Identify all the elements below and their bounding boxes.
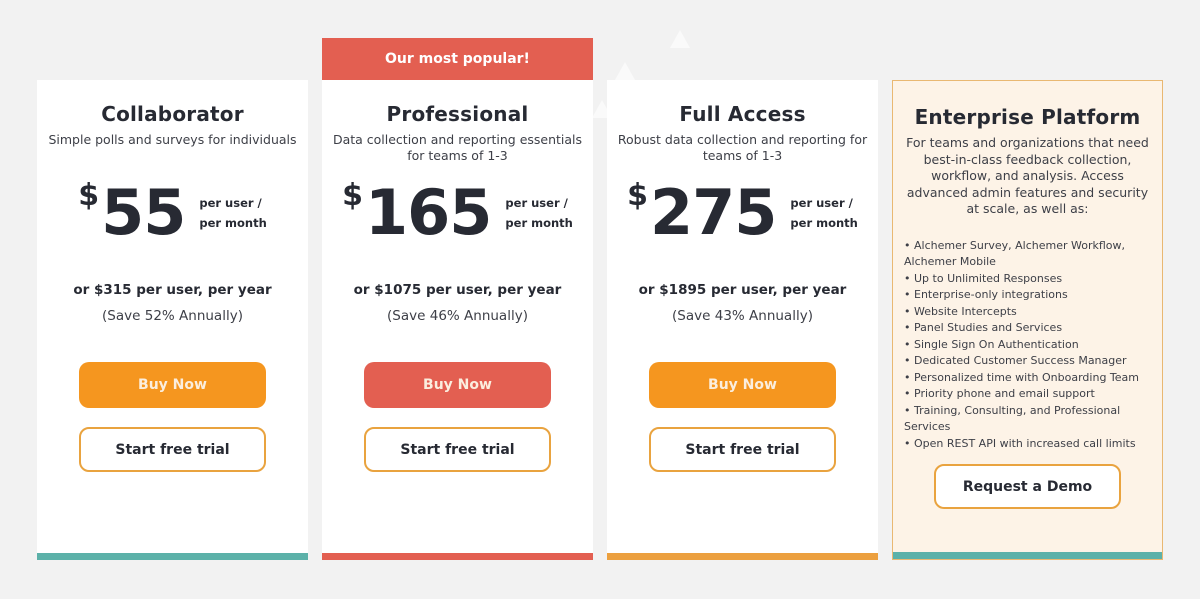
price: $ 275 per user / per month [607, 178, 878, 248]
most-popular-badge: Our most popular! [322, 38, 593, 80]
currency-symbol: $ [78, 178, 100, 213]
feature-item: Priority phone and email support [904, 386, 1152, 403]
accent-bar [322, 553, 593, 560]
start-free-trial-button[interactable]: Start free trial [79, 427, 266, 472]
plan-card-full-access: Full Access Robust data collection and r… [607, 80, 878, 560]
price-unit-line2: per month [505, 216, 573, 230]
price-amount: 165 [364, 176, 492, 249]
price-unit: per user / per month [790, 193, 857, 233]
feature-item: Dedicated Customer Success Manager [904, 353, 1152, 370]
feature-item: Website Intercepts [904, 304, 1152, 321]
plan-card-enterprise: Enterprise Platform For teams and organi… [892, 80, 1163, 560]
plan-title: Full Access [679, 102, 806, 126]
request-demo-button[interactable]: Request a Demo [934, 464, 1121, 509]
plan-card-professional: Professional Data collection and reporti… [322, 80, 593, 560]
price-unit-line2: per month [199, 216, 267, 230]
feature-item: Up to Unlimited Responses [904, 271, 1152, 288]
plan-description: For teams and organizations that need be… [906, 135, 1149, 216]
annual-savings: (Save 43% Annually) [672, 308, 813, 324]
price-unit-line1: per user / [790, 196, 853, 210]
plan-title: Enterprise Platform [914, 105, 1141, 129]
yearly-price: or $1895 per user, per year [638, 282, 847, 298]
price-unit: per user / per month [199, 193, 266, 233]
feature-item: Panel Studies and Services [904, 320, 1152, 337]
currency-symbol: $ [342, 178, 363, 213]
decorative-triangle [670, 30, 690, 48]
annual-savings: (Save 52% Annually) [102, 308, 243, 324]
yearly-price: or $1075 per user, per year [353, 282, 562, 298]
plan-title: Professional [386, 102, 529, 126]
accent-bar [37, 553, 308, 560]
start-free-trial-button[interactable]: Start free trial [649, 427, 836, 472]
accent-bar [607, 553, 878, 560]
plan-description: Simple polls and surveys for individuals [48, 132, 297, 147]
feature-item: Personalized time with Onboarding Team [904, 370, 1152, 387]
decorative-triangle [615, 62, 635, 80]
start-free-trial-button[interactable]: Start free trial [364, 427, 551, 472]
feature-item: Training, Consulting, and Professional S… [904, 403, 1152, 436]
price-unit-line1: per user / [199, 196, 262, 210]
plan-title: Collaborator [101, 102, 244, 126]
buy-now-button[interactable]: Buy Now [649, 362, 836, 408]
price-unit-line2: per month [790, 216, 858, 230]
feature-item: Enterprise-only integrations [904, 287, 1152, 304]
plan-description: Robust data collection and reporting for… [617, 132, 868, 163]
currency-symbol: $ [627, 178, 648, 213]
buy-now-button[interactable]: Buy Now [364, 362, 551, 408]
plan-card-collaborator: Collaborator Simple polls and surveys fo… [37, 80, 308, 560]
price: $ 55 per user / per month [37, 178, 308, 248]
price: $ 165 per user / per month [322, 178, 593, 248]
feature-item: Alchemer Survey, Alchemer Workflow, Alch… [904, 238, 1152, 271]
feature-list: Alchemer Survey, Alchemer Workflow, Alch… [904, 238, 1152, 453]
price-unit-line1: per user / [505, 196, 568, 210]
annual-savings: (Save 46% Annually) [387, 308, 528, 324]
price-amount: 275 [649, 176, 777, 249]
yearly-price: or $315 per user, per year [73, 282, 272, 298]
price-amount: 55 [101, 176, 186, 249]
feature-item: Single Sign On Authentication [904, 337, 1152, 354]
plan-description: Data collection and reporting essentials… [332, 132, 583, 163]
price-unit: per user / per month [505, 193, 572, 233]
feature-item: Open REST API with increased call limits [904, 436, 1152, 453]
accent-bar [893, 552, 1162, 559]
buy-now-button[interactable]: Buy Now [79, 362, 266, 408]
